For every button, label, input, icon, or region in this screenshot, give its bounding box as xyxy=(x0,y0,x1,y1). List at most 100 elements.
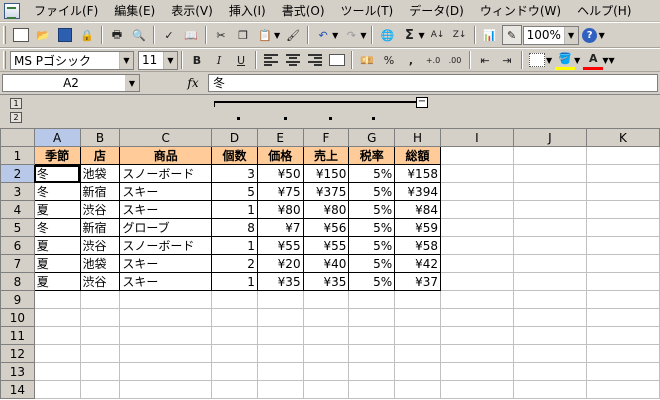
underline-button[interactable]: U xyxy=(231,50,251,70)
row-header[interactable]: 4 xyxy=(0,200,35,219)
cell-h1[interactable]: 総額 xyxy=(394,146,441,165)
drawing-icon[interactable]: ✎ xyxy=(501,25,522,45)
menu-file[interactable]: ファイル(F) xyxy=(26,1,106,21)
cell-g10[interactable] xyxy=(348,308,396,327)
cell-k13[interactable] xyxy=(585,362,660,381)
cell-a7[interactable]: 夏 xyxy=(33,254,81,273)
autosum-icon[interactable]: Σ xyxy=(399,25,419,45)
cell-f12[interactable] xyxy=(302,344,350,363)
menu-edit[interactable]: 編集(E) xyxy=(106,1,163,21)
name-box-dropdown-icon[interactable]: ▼ xyxy=(125,75,139,91)
bold-button[interactable]: B xyxy=(187,50,207,70)
cell-b10[interactable] xyxy=(79,308,121,327)
cell-i2[interactable] xyxy=(439,164,514,183)
paste-icon[interactable]: 📋 xyxy=(255,25,275,45)
cell-k10[interactable] xyxy=(585,308,660,327)
cell-c13[interactable] xyxy=(119,362,213,381)
cell-a12[interactable] xyxy=(33,344,81,363)
cell-c6[interactable]: スノーボード xyxy=(119,236,213,255)
toolbar-options-icon[interactable]: ▼ xyxy=(599,31,605,40)
cell-b5[interactable]: 新宿 xyxy=(79,218,121,237)
cell-c4[interactable]: スキー xyxy=(119,200,213,219)
cell-i13[interactable] xyxy=(439,362,514,381)
cell-f8[interactable]: ¥35 xyxy=(302,272,350,291)
cell-g8[interactable]: 5% xyxy=(348,272,396,291)
cell-f6[interactable]: ¥55 xyxy=(302,236,350,255)
outline-level-2-button[interactable]: 2 xyxy=(10,112,22,123)
row-header[interactable]: 12 xyxy=(0,344,35,363)
cell-j4[interactable] xyxy=(512,200,587,219)
outline-level-1-button[interactable]: 1 xyxy=(10,98,22,109)
zoom-select[interactable]: 100% ▼ xyxy=(522,25,579,45)
cell-h11[interactable] xyxy=(394,326,441,345)
zoom-dropdown-icon[interactable]: ▼ xyxy=(563,26,578,44)
cell-e6[interactable]: ¥55 xyxy=(256,236,304,255)
cell-a5[interactable]: 冬 xyxy=(33,218,81,237)
cell-h9[interactable] xyxy=(394,290,441,309)
cell-g7[interactable]: 5% xyxy=(348,254,396,273)
cell-h3[interactable]: ¥394 xyxy=(394,182,441,201)
cell-a2[interactable]: 冬 xyxy=(33,164,81,183)
currency-icon[interactable]: 💴 xyxy=(357,50,377,70)
cell-h7[interactable]: ¥42 xyxy=(394,254,441,273)
save-icon[interactable] xyxy=(55,25,75,45)
chart-wizard-icon[interactable]: 📊 xyxy=(480,25,500,45)
cell-g4[interactable]: 5% xyxy=(348,200,396,219)
column-header-b[interactable]: B xyxy=(79,128,121,147)
workbook-icon[interactable] xyxy=(4,2,20,19)
cell-a13[interactable] xyxy=(33,362,81,381)
cell-c7[interactable]: スキー xyxy=(119,254,213,273)
undo-icon[interactable]: ↶ xyxy=(313,25,333,45)
cell-f7[interactable]: ¥40 xyxy=(302,254,350,273)
column-header-a[interactable]: A xyxy=(33,128,81,147)
group-collapse-button[interactable]: − xyxy=(416,97,428,108)
font-size-dropdown-icon[interactable]: ▼ xyxy=(163,51,177,69)
cell-d1[interactable]: 個数 xyxy=(211,146,258,165)
cell-f2[interactable]: ¥150 xyxy=(302,164,350,183)
column-header-g[interactable]: G xyxy=(348,128,396,147)
cell-k12[interactable] xyxy=(585,344,660,363)
cell-b4[interactable]: 渋谷 xyxy=(79,200,121,219)
cell-c5[interactable]: グローブ xyxy=(119,218,213,237)
cell-e8[interactable]: ¥35 xyxy=(256,272,304,291)
cell-h12[interactable] xyxy=(394,344,441,363)
cell-d4[interactable]: 1 xyxy=(211,200,258,219)
cell-d11[interactable] xyxy=(211,326,258,345)
column-header-i[interactable]: I xyxy=(439,128,514,147)
cell-h4[interactable]: ¥84 xyxy=(394,200,441,219)
cell-f9[interactable] xyxy=(302,290,350,309)
cell-i3[interactable] xyxy=(439,182,514,201)
cell-a4[interactable]: 夏 xyxy=(33,200,81,219)
column-header-h[interactable]: H xyxy=(394,128,441,147)
cell-g3[interactable]: 5% xyxy=(348,182,396,201)
cell-g12[interactable] xyxy=(348,344,396,363)
cell-d13[interactable] xyxy=(211,362,258,381)
cell-c14[interactable] xyxy=(119,380,213,399)
row-header[interactable]: 6 xyxy=(0,236,35,255)
cell-g1[interactable]: 税率 xyxy=(348,146,396,165)
row-header[interactable]: 10 xyxy=(0,308,35,327)
cell-j13[interactable] xyxy=(512,362,587,381)
cell-h14[interactable] xyxy=(394,380,441,399)
cell-i7[interactable] xyxy=(439,254,514,273)
font-color-button[interactable]: A xyxy=(583,50,604,70)
font-size-select[interactable]: 11 ▼ xyxy=(138,50,178,70)
cell-g9[interactable] xyxy=(348,290,396,309)
cell-c8[interactable]: スキー xyxy=(119,272,213,291)
print-icon[interactable]: 🖶 xyxy=(107,25,127,45)
cell-g14[interactable] xyxy=(348,380,396,399)
paste-dropdown-icon[interactable]: ▼ xyxy=(274,31,280,40)
italic-button[interactable]: I xyxy=(209,50,229,70)
cell-c12[interactable] xyxy=(119,344,213,363)
cell-k2[interactable] xyxy=(585,164,660,183)
row-header[interactable]: 14 xyxy=(0,380,35,399)
cell-k3[interactable] xyxy=(585,182,660,201)
toolbar-grip[interactable] xyxy=(3,51,6,69)
cell-b9[interactable] xyxy=(79,290,121,309)
formula-input[interactable]: 冬 xyxy=(208,74,658,92)
undo-dropdown-icon[interactable]: ▼ xyxy=(332,31,338,40)
cell-k9[interactable] xyxy=(585,290,660,309)
copy-icon[interactable]: ❐ xyxy=(233,25,253,45)
borders-icon[interactable] xyxy=(527,50,547,70)
name-box[interactable]: A2 ▼ xyxy=(2,74,140,92)
